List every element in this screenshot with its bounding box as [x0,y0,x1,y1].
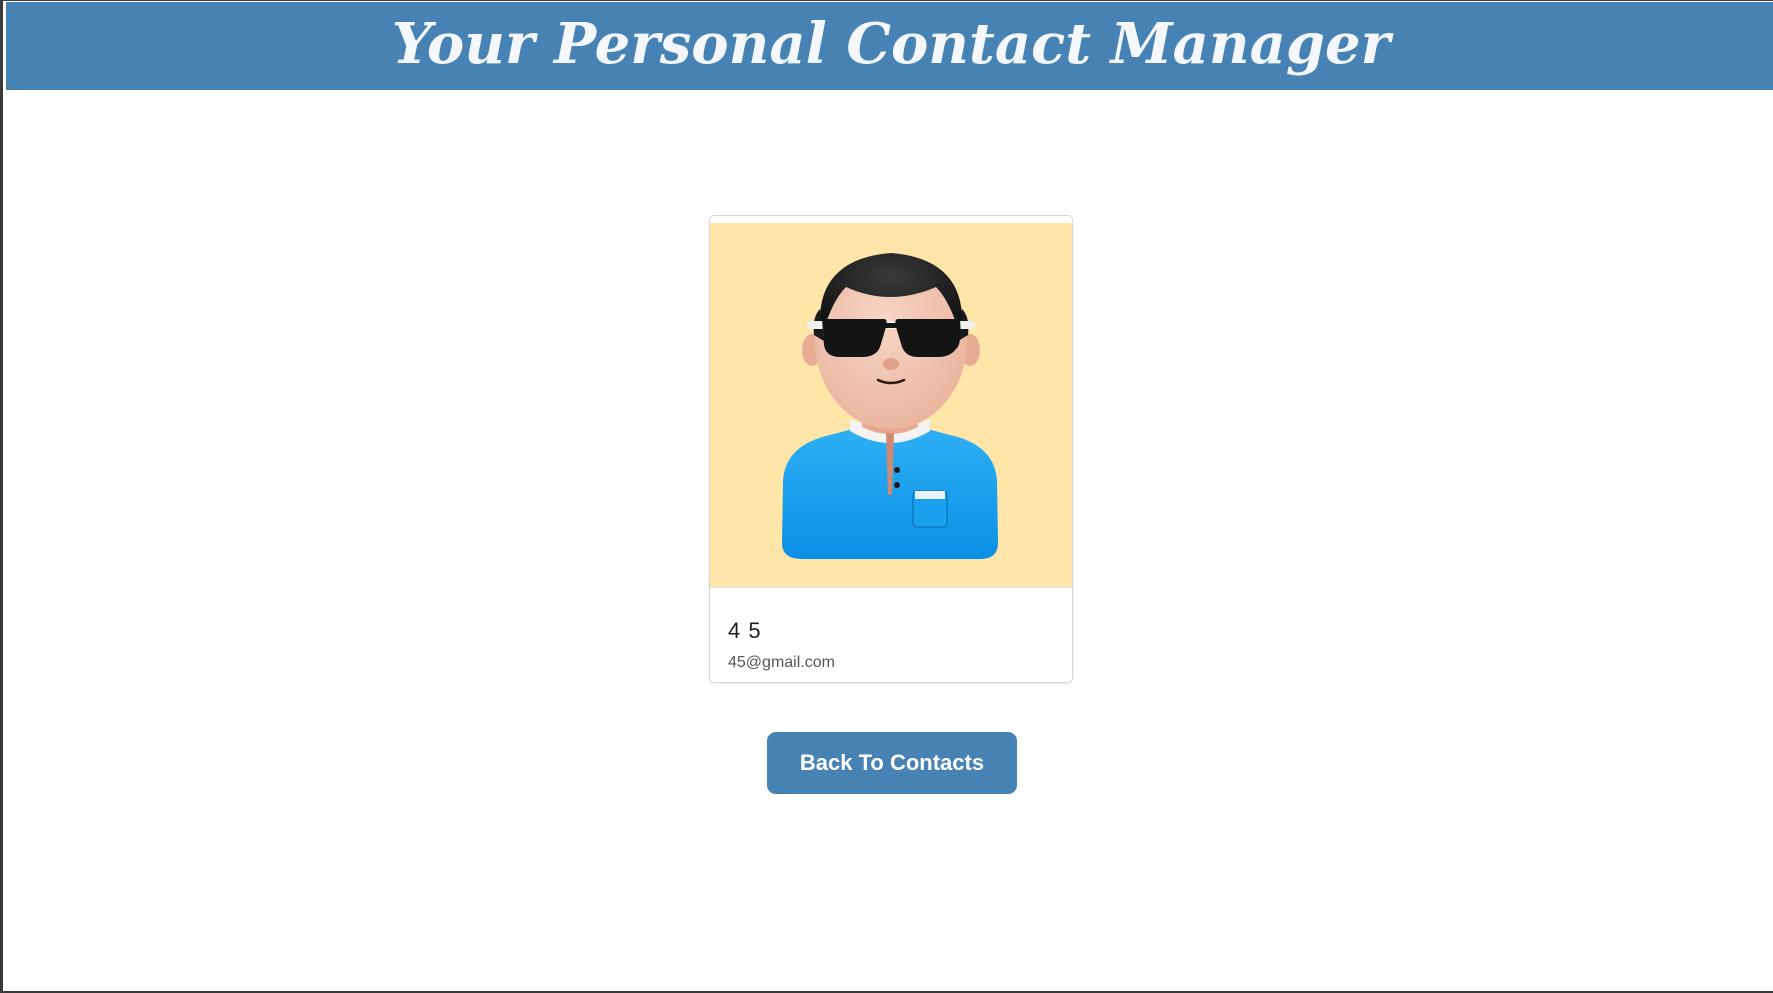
page-header: Your Personal Contact Manager [6,2,1773,90]
page-title: Your Personal Contact Manager [391,11,1391,77]
contact-name: 4 5 [728,618,762,643]
page-frame: Your Personal Contact Manager 4 5 45@gma… [0,0,1773,993]
avatar-sunglasses-icon [782,253,998,559]
contact-email: 45@gmail.com [728,654,835,671]
contact-card: 4 5 45@gmail.com [709,215,1073,683]
contact-card-body: 4 5 45@gmail.com [710,587,1072,682]
back-to-contacts-button[interactable]: Back To Contacts [767,732,1017,794]
contact-avatar [710,223,1072,587]
